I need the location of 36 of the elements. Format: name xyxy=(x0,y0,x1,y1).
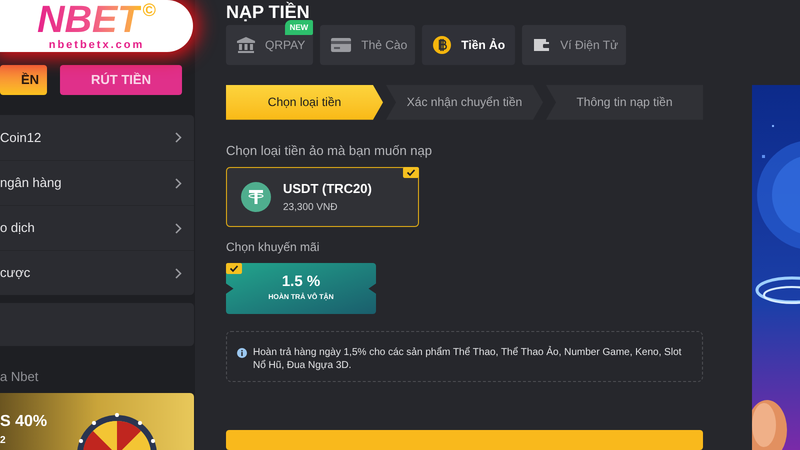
tether-icon xyxy=(241,182,271,212)
info-icon xyxy=(237,348,247,358)
promo-subtitle: 2 xyxy=(0,434,7,448)
chevron-icon xyxy=(175,178,182,189)
coin-card[interactable]: USDT (TRC20) 23,300 VNĐ xyxy=(226,167,419,227)
bank-icon xyxy=(237,37,255,53)
section-title: a Nbet xyxy=(0,368,40,386)
coin-prompt: Chọn loại tiền ảo mà bạn muốn nạp xyxy=(226,142,433,160)
method-tab[interactable]: Ví Điện Tử xyxy=(522,25,626,65)
method-tab[interactable]: Thẻ Cào xyxy=(320,25,416,65)
chevron-icon xyxy=(175,222,182,234)
menu-item[interactable]: ngân hàng xyxy=(0,160,194,206)
logo[interactable]: NBET© nbetbetx.com xyxy=(0,0,193,52)
promo-value: 1.5 % xyxy=(282,273,320,290)
copyright-mark: © xyxy=(142,0,156,19)
promo-banner[interactable]: S 40% 2 xyxy=(0,393,194,450)
wallet-icon xyxy=(533,37,550,53)
promo-prompt: Chọn khuyến mãi xyxy=(226,238,320,256)
new-badge: NEW xyxy=(284,20,314,35)
chevron-icon xyxy=(175,268,182,279)
chevron-icon xyxy=(175,132,182,144)
check-icon xyxy=(226,262,242,274)
menu-item[interactable]: Coin12 xyxy=(0,115,194,160)
submit-button[interactable] xyxy=(226,430,703,450)
menu-item[interactable]: cược xyxy=(0,250,194,296)
menu-item[interactable]: o dịch xyxy=(0,205,194,250)
logo-site: nbetbetx.com xyxy=(48,38,144,51)
promo-title: S 40% xyxy=(0,413,48,432)
info-text: Hoàn trả hàng ngày 1,5% cho các sản phẩm Thể Thao, Thể Thao Ảo, Number Game, Keno, Slot Nổ Hũ, Đua Ngựa 3D. xyxy=(253,346,682,372)
coin-rate: 23,300 VNĐ xyxy=(283,201,338,216)
coin-name: USDT (TRC20) xyxy=(283,180,372,198)
bitcoin-icon xyxy=(433,36,452,54)
method-tab[interactable]: Tiền Ảo xyxy=(422,25,516,65)
deposit-button[interactable]: ỀN xyxy=(0,64,47,96)
card-icon xyxy=(331,38,352,52)
check-icon xyxy=(403,167,419,178)
